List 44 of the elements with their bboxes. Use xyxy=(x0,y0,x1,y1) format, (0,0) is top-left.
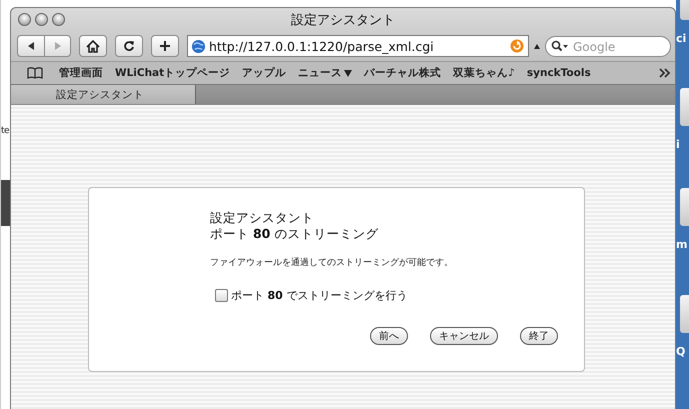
tab[interactable]: 設定アシスタント xyxy=(11,85,196,104)
dialog-subheading: ポート 80 のストリーミング xyxy=(210,226,380,242)
window-control-icon[interactable] xyxy=(35,13,48,26)
description-text: ファイアウォールを通過してのストリーミングが可能です。 xyxy=(210,256,454,269)
reload-button[interactable] xyxy=(115,35,143,57)
right-arrow-icon xyxy=(52,41,62,51)
window-edge xyxy=(1,180,11,226)
address-field[interactable]: http://127.0.0.1:1220/parse_xml.cgi xyxy=(187,35,529,57)
window-control-icon[interactable] xyxy=(18,13,31,26)
dialog-button[interactable]: キャンセル xyxy=(430,327,498,345)
caret-icon xyxy=(344,70,352,76)
dialog-heading: 設定アシスタント xyxy=(210,210,315,226)
bookmark-link[interactable]: アップル xyxy=(236,66,292,80)
bookmark-link[interactable]: synckTools xyxy=(520,67,597,79)
home-button[interactable] xyxy=(79,35,107,57)
checkbox[interactable] xyxy=(215,289,228,302)
icon-label: m xyxy=(676,238,688,251)
back-button[interactable] xyxy=(17,35,44,57)
add-bookmark-button[interactable] xyxy=(151,35,179,57)
window-title: 設定アシスタント xyxy=(291,12,395,28)
reload-icon xyxy=(123,40,135,52)
window-text: te xyxy=(1,126,10,136)
icon-label: i xyxy=(676,138,680,151)
house-icon xyxy=(86,40,100,52)
icon-label: Q xyxy=(676,345,686,358)
left-arrow-icon xyxy=(26,41,36,51)
globe-icon xyxy=(191,38,206,54)
plus-icon xyxy=(159,40,171,52)
icon-label: ci xyxy=(676,32,686,45)
bookmark-link[interactable]: 管理画面 xyxy=(53,66,109,80)
search-field[interactable]: Google xyxy=(545,36,671,57)
chevron-icon[interactable] xyxy=(659,68,671,78)
dialog-button[interactable]: 終了 xyxy=(520,327,558,345)
window-control-icon[interactable] xyxy=(52,13,65,26)
bookmark-link[interactable]: 双葉ちゃん♪ xyxy=(447,66,521,80)
search-icon xyxy=(551,40,569,52)
book-icon[interactable] xyxy=(27,67,43,79)
url-text: http://127.0.0.1:1220/parse_xml.cgi xyxy=(209,38,435,54)
bookmark-link[interactable]: WLiChatトップページ xyxy=(109,66,236,80)
checkbox-label: ポート 80 でストリーミングを行う xyxy=(231,288,408,303)
bookmark-link[interactable]: バーチャル株式 xyxy=(358,66,448,80)
dialog-button[interactable]: 前へ xyxy=(370,327,408,345)
bookmark-menu[interactable]: ニュース xyxy=(292,66,358,80)
caret-icon[interactable] xyxy=(534,44,540,48)
